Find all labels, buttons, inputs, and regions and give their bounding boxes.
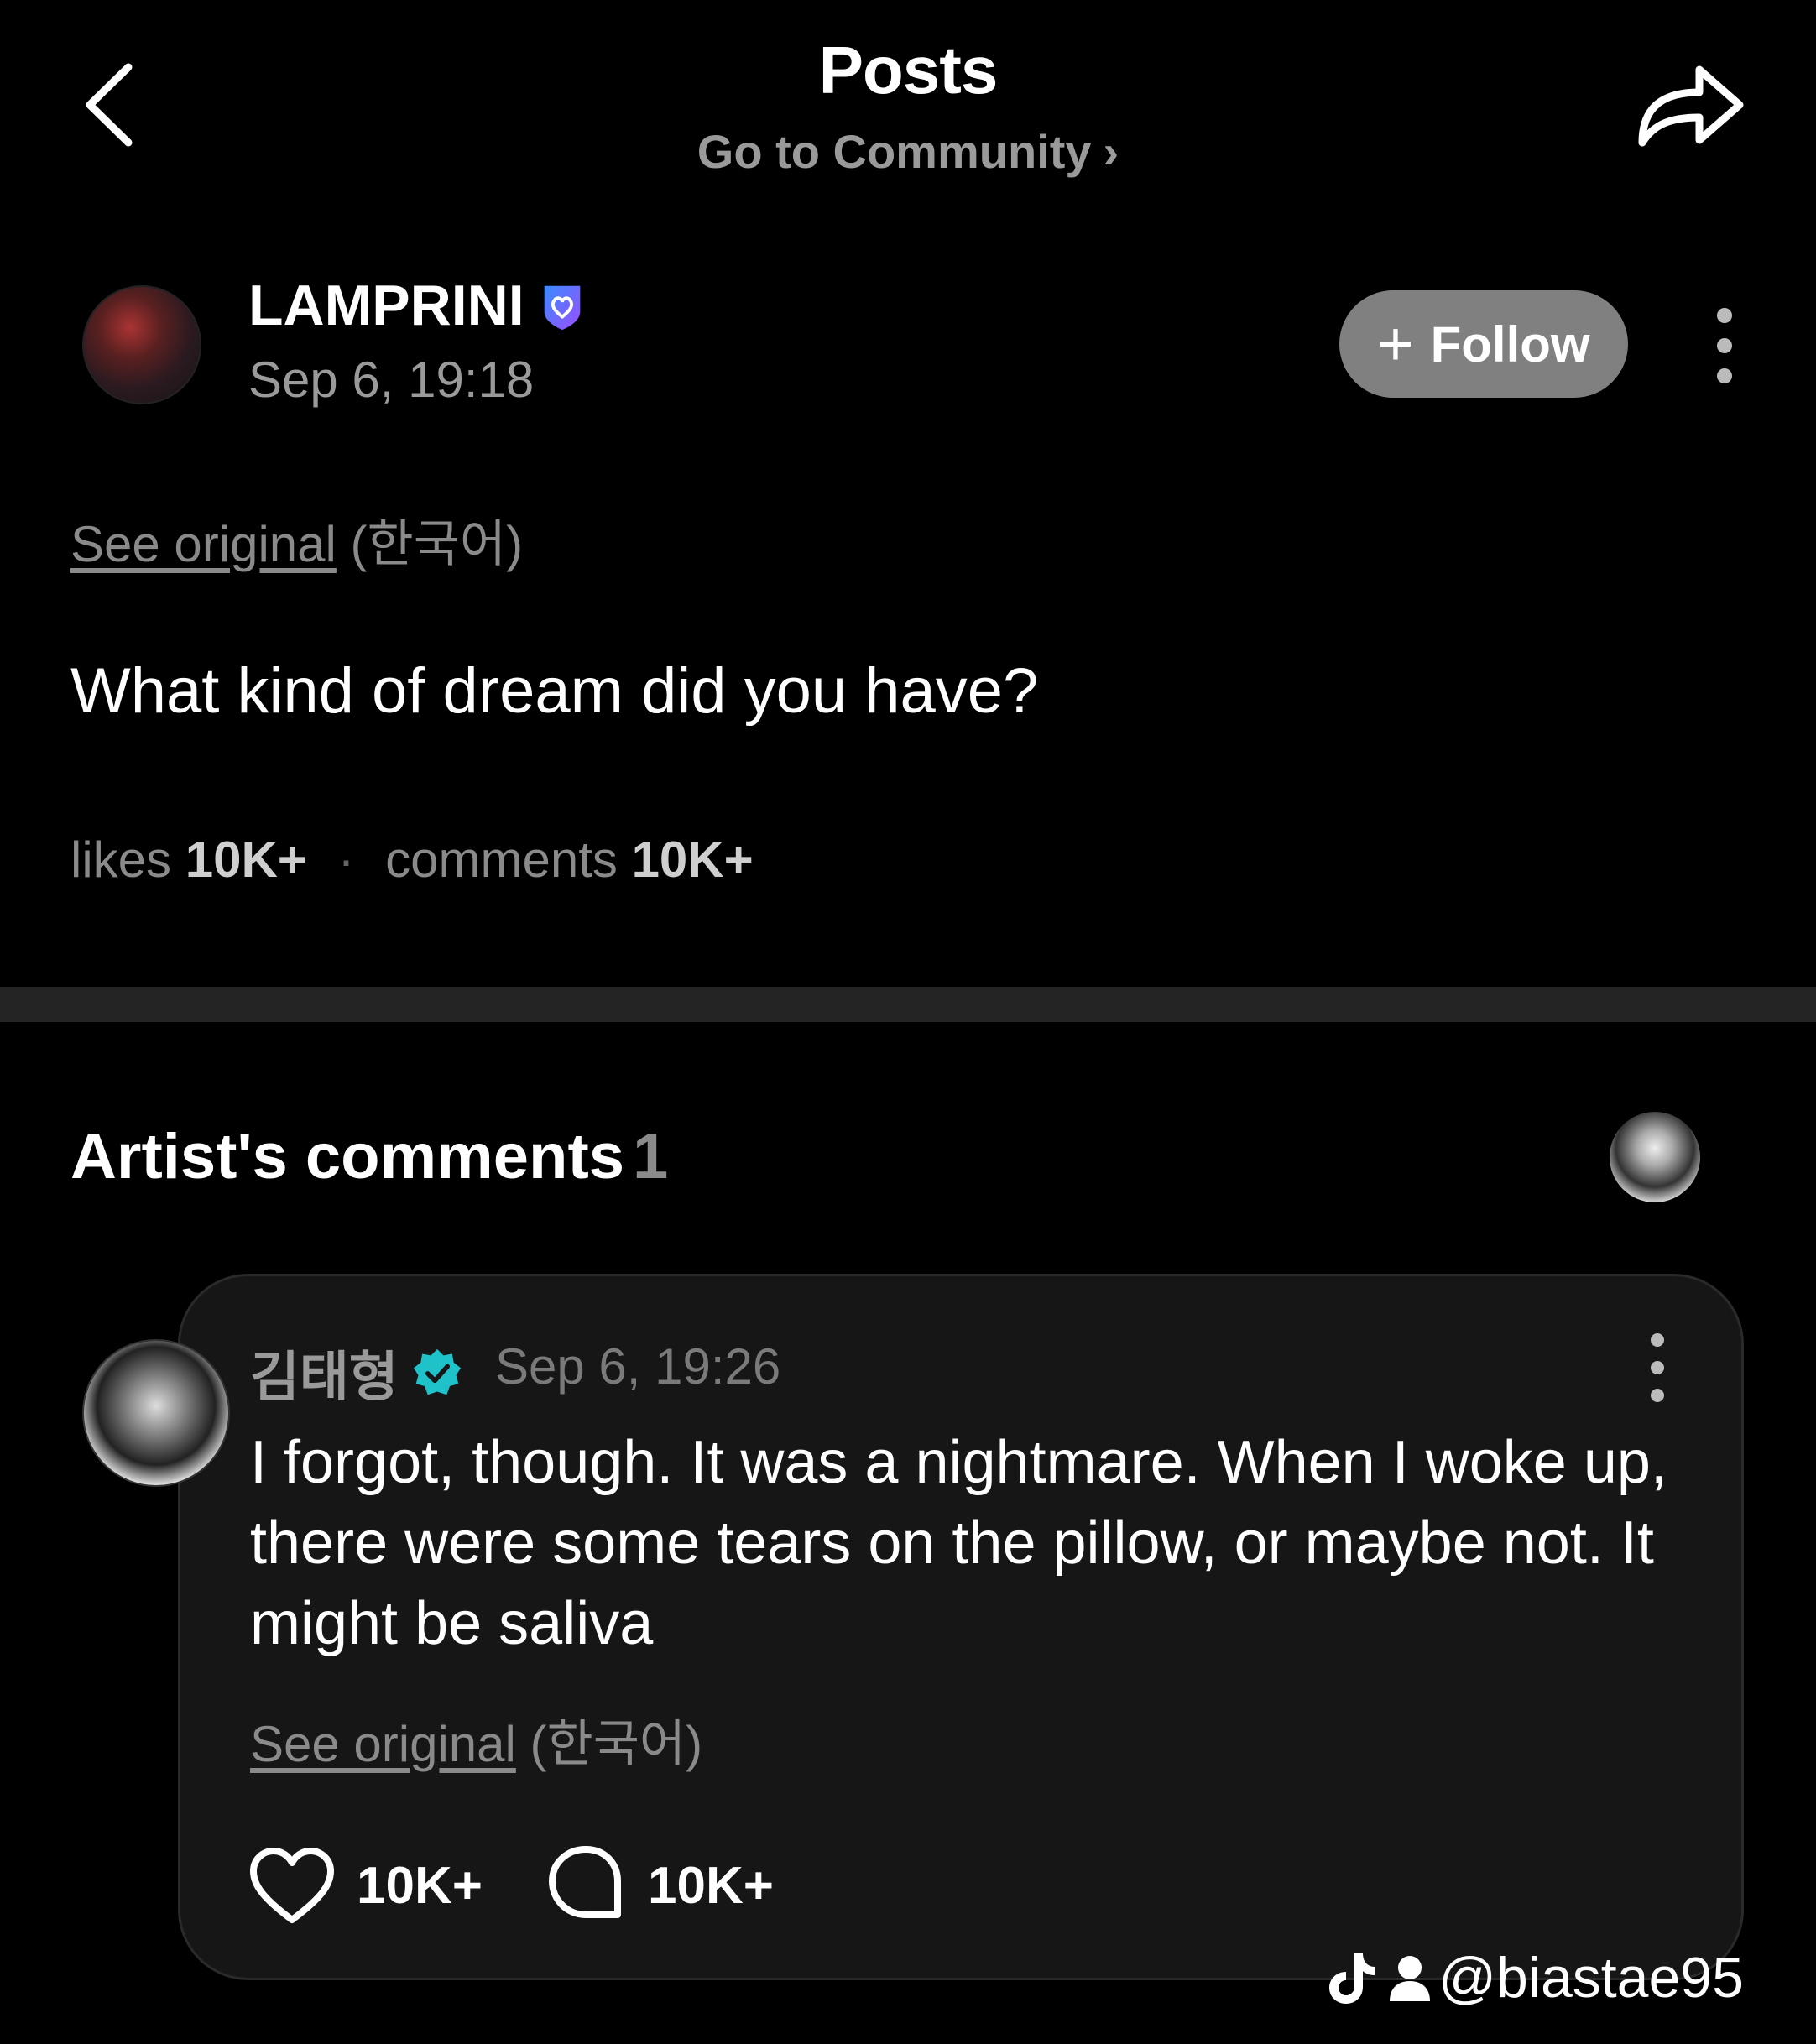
comments-label: comments: [385, 832, 618, 888]
follow-button[interactable]: + Follow: [1339, 290, 1628, 398]
author-avatar[interactable]: [82, 285, 201, 404]
comment-like-count: 10K+: [357, 1857, 483, 1915]
go-to-community-link[interactable]: Go to Community ›: [0, 124, 1816, 179]
follow-label: Follow: [1430, 315, 1590, 373]
comment-more-options-button[interactable]: [1632, 1330, 1683, 1405]
likes-label: likes: [70, 832, 172, 888]
commenter-name-label: 김태형: [250, 1347, 399, 1407]
comment-reply-count: 10K+: [648, 1857, 774, 1915]
artist-comments-heading: Artist's comments 1: [70, 1120, 668, 1193]
verified-badge-icon: [544, 285, 580, 331]
author-name-label: LAMPRINI: [248, 274, 524, 337]
comment-see-original-language: (한국어): [530, 1716, 703, 1772]
share-arrow-icon: [1638, 65, 1744, 147]
tiktok-watermark: @biastae95: [1326, 1945, 1744, 2010]
user-icon: [1390, 1956, 1430, 2001]
heart-icon: [250, 1848, 334, 1923]
go-to-community-label: Go to Community: [697, 125, 1092, 178]
see-original: See original (한국어): [70, 503, 523, 576]
page-title: Posts: [818, 33, 999, 107]
more-options-button[interactable]: [1699, 304, 1750, 388]
artist-comments-count: 1: [633, 1121, 669, 1192]
artist-avatar-small[interactable]: [1610, 1112, 1700, 1202]
commenter-avatar[interactable]: [82, 1339, 230, 1487]
author-name[interactable]: LAMPRINI: [248, 273, 588, 338]
kebab-menu-icon: [1717, 308, 1732, 383]
verified-badge-icon: [413, 1348, 461, 1395]
share-button[interactable]: [1632, 55, 1750, 155]
chevron-right-icon: ›: [1103, 125, 1119, 178]
kebab-menu-icon: [1651, 1333, 1664, 1402]
post-date: Sep 6, 19:18: [248, 352, 535, 408]
separator-dot: ·: [337, 832, 355, 888]
comments-count: 10K+: [631, 832, 754, 888]
comment-see-original-link[interactable]: See original: [250, 1716, 516, 1772]
section-divider: [0, 987, 1816, 1022]
tiktok-logo-icon: [1329, 1953, 1375, 2004]
comment-see-original: See original (한국어): [250, 1703, 702, 1776]
plus-icon: +: [1377, 309, 1414, 378]
speech-bubble-icon: [549, 1846, 621, 1918]
see-original-link[interactable]: See original: [70, 516, 337, 572]
comment-date: Sep 6, 19:26: [495, 1338, 781, 1395]
watermark-handle: @biastae95: [1438, 1946, 1744, 2010]
comment-body: I forgot, though. It was a nightmare. Wh…: [250, 1429, 1667, 1657]
post-stats: likes 10K+ · comments 10K+: [70, 831, 754, 889]
artist-comments-title: Artist's comments: [70, 1121, 625, 1192]
likes-count: 10K+: [185, 832, 307, 888]
reply-button[interactable]: [547, 1844, 624, 1921]
commenter-name[interactable]: 김태형: [250, 1334, 462, 1411]
like-button[interactable]: [248, 1846, 336, 1927]
post-body: What kind of dream did you have?: [70, 655, 1039, 727]
see-original-language: (한국어): [350, 516, 524, 572]
